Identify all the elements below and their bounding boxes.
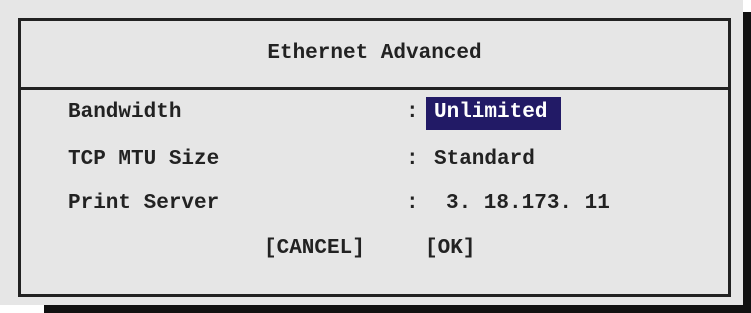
tcp-mtu-size-label: TCP MTU Size bbox=[68, 148, 220, 171]
title-divider bbox=[21, 87, 728, 90]
dialog-shadow-right bbox=[743, 12, 751, 313]
bandwidth-separator: : bbox=[406, 101, 419, 124]
ethernet-advanced-dialog: Ethernet Advanced Bandwidth : Unlimited … bbox=[0, 0, 743, 305]
bandwidth-label: Bandwidth bbox=[68, 101, 182, 124]
cancel-button[interactable]: [CANCEL] bbox=[264, 236, 365, 262]
ok-button[interactable]: [OK] bbox=[425, 236, 475, 262]
tcp-mtu-size-separator: : bbox=[406, 148, 419, 171]
print-server-label: Print Server bbox=[68, 192, 220, 215]
dialog-title: Ethernet Advanced bbox=[267, 42, 482, 65]
bandwidth-selector[interactable]: Unlimited bbox=[426, 97, 562, 130]
print-server-separator: : bbox=[406, 192, 419, 215]
tcp-mtu-size-selector[interactable]: Standard bbox=[434, 147, 535, 173]
print-server-ip-field[interactable]: 3. 18.173. 11 bbox=[446, 191, 610, 217]
dialog-frame: Ethernet Advanced Bandwidth : Unlimited … bbox=[18, 18, 731, 297]
dialog-shadow-bottom bbox=[44, 305, 751, 313]
